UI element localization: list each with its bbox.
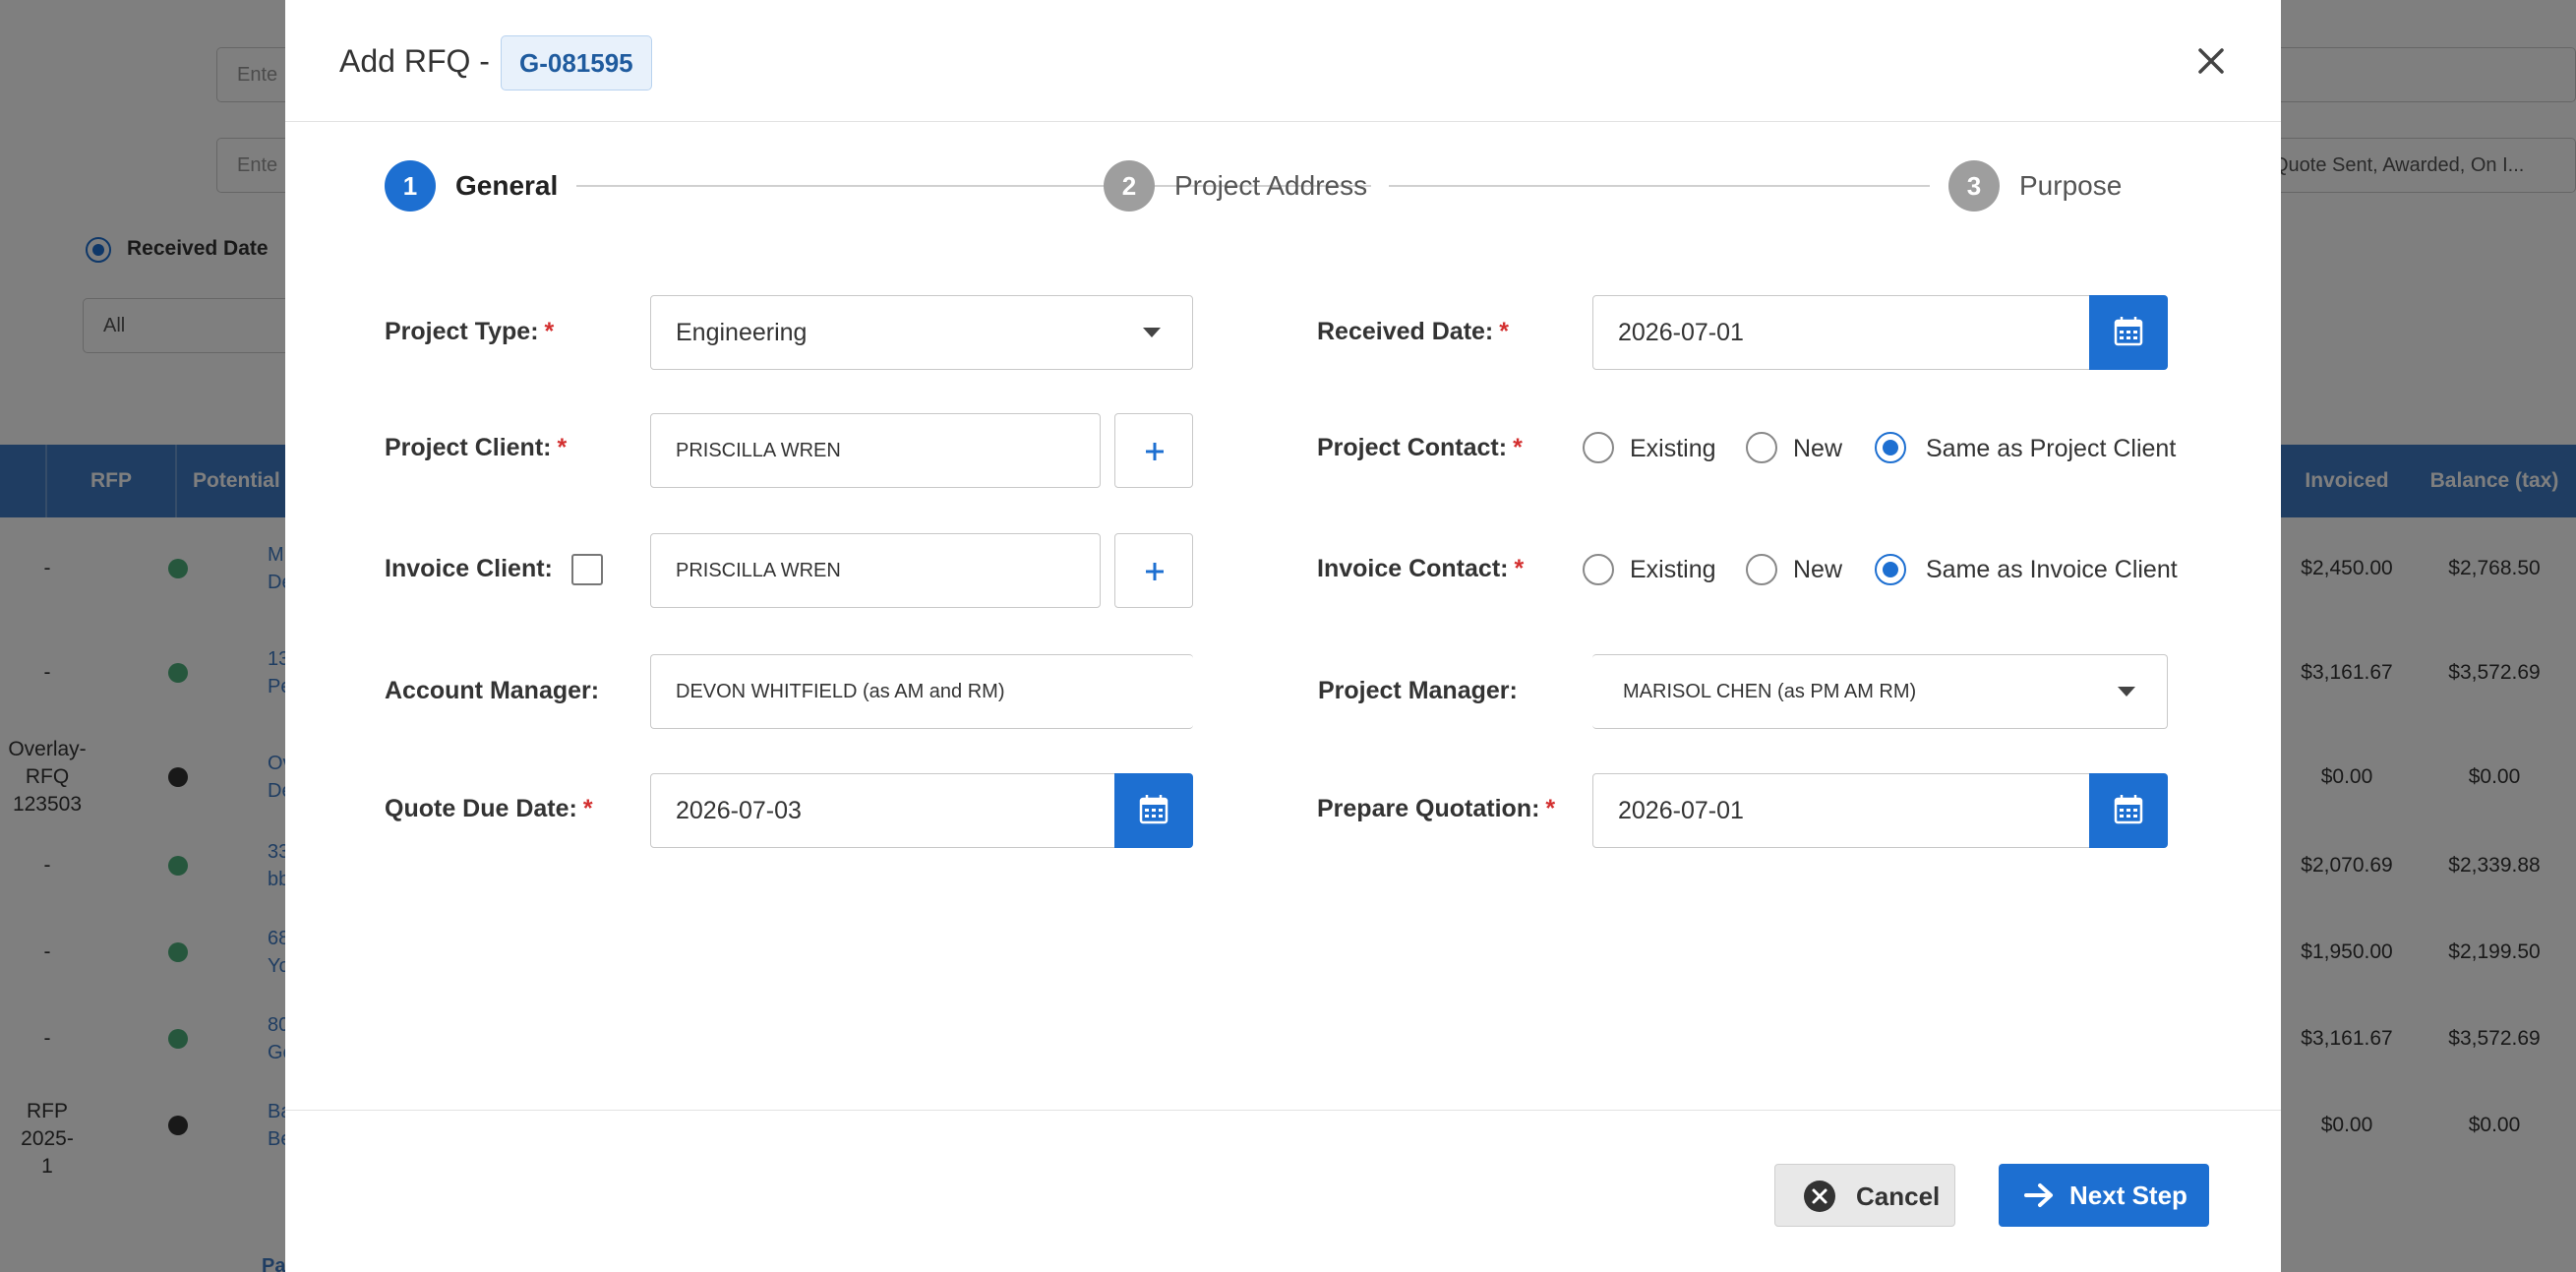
prepare-quotation-input[interactable]: 2026-07-01 [1592, 773, 2090, 848]
project-contact-new-label[interactable]: New [1793, 435, 1842, 463]
project-client-input[interactable]: PRISCILLA WREN [650, 413, 1101, 488]
cancel-button[interactable]: Cancel [1774, 1164, 1955, 1227]
project-type-select[interactable]: Engineering [650, 295, 1193, 370]
project-type-value: Engineering [676, 319, 808, 346]
project-manager-value: MARISOL CHEN (as PM AM RM) [1623, 681, 1917, 702]
next-step-button[interactable]: Next Step [1999, 1164, 2209, 1227]
invoice-client-value: PRISCILLA WREN [676, 560, 841, 581]
invoice-client-input[interactable]: PRISCILLA WREN [650, 533, 1101, 608]
project-manager-label: Project Manager: [1318, 677, 1518, 704]
invoice-contact-existing-radio[interactable] [1583, 554, 1614, 585]
step-1-number[interactable]: 1 [385, 160, 436, 212]
project-contact-same-radio[interactable] [1875, 432, 1906, 463]
account-manager-value: DEVON WHITFIELD (as AM and RM) [676, 681, 1005, 702]
add-project-client-button[interactable] [1114, 413, 1193, 488]
step-1-label[interactable]: General [455, 170, 558, 202]
invoice-contact-label-text: Invoice Contact: [1317, 555, 1509, 582]
project-contact-existing-label[interactable]: Existing [1630, 435, 1716, 463]
required-marker: * [1499, 318, 1509, 345]
required-marker: * [557, 434, 568, 461]
quote-due-date-value: 2026-07-03 [676, 797, 802, 824]
quote-due-date-calendar-button[interactable] [1114, 773, 1193, 848]
prepare-quotation-label-text: Prepare Quotation: [1317, 795, 1540, 822]
required-marker: * [544, 318, 555, 345]
invoice-client-checkbox[interactable] [571, 554, 603, 585]
invoice-contact-label: Invoice Contact: * [1317, 555, 1524, 583]
invoice-client-label: Invoice Client: [385, 555, 553, 582]
required-marker: * [1545, 795, 1556, 822]
close-button[interactable] [2187, 37, 2235, 85]
add-rfq-modal: Add RFQ - G-081595 1 General 2 Project A… [285, 0, 2281, 1272]
plus-icon [1146, 443, 1164, 460]
project-type-label-text: Project Type: [385, 318, 539, 345]
calendar-icon [2114, 795, 2143, 824]
cancel-button-label: Cancel [1856, 1181, 1941, 1211]
required-marker: * [1513, 434, 1523, 461]
step-3-number[interactable]: 3 [1948, 160, 2000, 212]
quote-due-date-input[interactable]: 2026-07-03 [650, 773, 1116, 848]
next-step-button-label: Next Step [2069, 1181, 2187, 1210]
received-date-label: Received Date: * [1317, 318, 1509, 346]
arrow-right-icon [2024, 1183, 2053, 1207]
project-client-label-text: Project Client: [385, 434, 552, 461]
account-manager-label: Account Manager: [385, 677, 600, 704]
chevron-down-icon [1143, 328, 1161, 337]
close-icon [2198, 48, 2224, 74]
invoice-contact-new-radio[interactable] [1746, 554, 1777, 585]
add-invoice-client-button[interactable] [1114, 533, 1193, 608]
project-contact-label-text: Project Contact: [1317, 434, 1508, 461]
received-date-input[interactable]: 2026-07-01 [1592, 295, 2090, 370]
project-contact-new-radio[interactable] [1746, 432, 1777, 463]
calendar-icon [1139, 795, 1168, 824]
prepare-quotation-label: Prepare Quotation: * [1317, 795, 1555, 823]
project-contact-existing-radio[interactable] [1583, 432, 1614, 463]
invoice-contact-existing-label[interactable]: Existing [1630, 556, 1716, 584]
project-contact-label: Project Contact: * [1317, 434, 1523, 462]
calendar-icon [2114, 317, 2143, 346]
step-2-label[interactable]: Project Address [1174, 170, 1367, 202]
received-date-calendar-button[interactable] [2089, 295, 2168, 370]
received-date-value: 2026-07-01 [1618, 319, 1744, 346]
project-client-value: PRISCILLA WREN [676, 440, 841, 461]
project-contact-same-label[interactable]: Same as Project Client [1926, 435, 2176, 463]
invoice-contact-same-radio[interactable] [1875, 554, 1906, 585]
cancel-circle-icon [1804, 1181, 1835, 1212]
prepare-quotation-value: 2026-07-01 [1618, 797, 1744, 824]
step-3-label[interactable]: Purpose [2019, 170, 2122, 202]
invoice-contact-new-label[interactable]: New [1793, 556, 1842, 584]
project-client-label: Project Client: * [385, 434, 567, 462]
step-connector-2 [1389, 185, 1930, 187]
project-type-label: Project Type: * [385, 318, 554, 346]
received-date-label-text: Received Date: [1317, 318, 1494, 345]
invoice-contact-same-label[interactable]: Same as Invoice Client [1926, 556, 2178, 584]
modal-footer-divider [285, 1110, 2281, 1111]
required-marker: * [582, 795, 593, 822]
modal-header: Add RFQ - G-081595 [285, 0, 2281, 122]
rfq-id-badge: G-081595 [501, 35, 652, 91]
quote-due-date-label: Quote Due Date: * [385, 795, 593, 823]
project-manager-select[interactable]: MARISOL CHEN (as PM AM RM) [1592, 654, 2168, 729]
prepare-quotation-calendar-button[interactable] [2089, 773, 2168, 848]
chevron-down-icon [2118, 687, 2135, 697]
quote-due-date-label-text: Quote Due Date: [385, 795, 577, 822]
step-2-number[interactable]: 2 [1104, 160, 1155, 212]
account-manager-input[interactable]: DEVON WHITFIELD (as AM and RM) [650, 654, 1193, 729]
plus-icon [1146, 563, 1164, 580]
required-marker: * [1514, 555, 1525, 582]
modal-title: Add RFQ - [339, 43, 490, 79]
